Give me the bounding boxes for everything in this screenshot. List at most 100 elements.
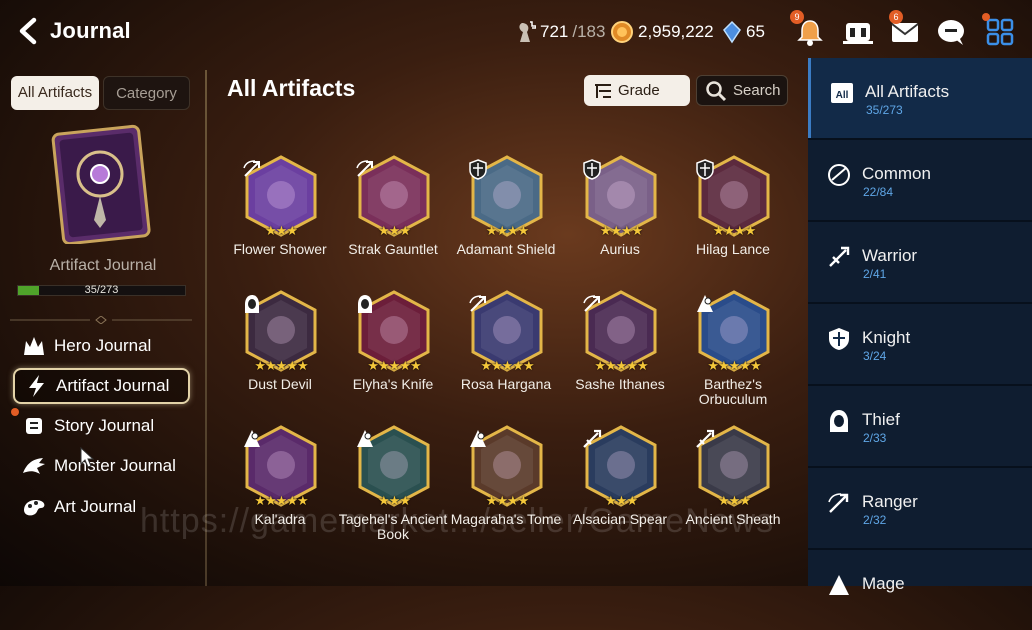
page-title: Journal <box>50 18 131 43</box>
knight-class-icon <box>469 159 487 180</box>
menu-artifact-journal[interactable]: Artifact Journal <box>13 368 190 404</box>
stamina-counter[interactable]: 721/183 <box>514 20 605 44</box>
stamina-icon <box>519 21 536 42</box>
artifact-card[interactable]: ★★★★ Adamant Shield <box>450 150 562 280</box>
community-icon <box>843 23 873 44</box>
mage-class-icon <box>357 430 373 447</box>
category-all-artifacts[interactable]: All All Artifacts 35/273 <box>808 58 1032 138</box>
menu-notification-dot <box>982 13 990 21</box>
svg-text:All: All <box>836 90 849 101</box>
category-count: 22/84 <box>863 185 894 199</box>
artifact-name: Sashe Ithanes <box>575 376 665 392</box>
star-rating: ★★★★★ <box>254 358 308 373</box>
search-button[interactable]: Search <box>696 75 788 106</box>
category-mage[interactable]: Mage <box>808 550 1032 630</box>
artifact-name: Elyha's Knife <box>352 376 434 392</box>
category-warrior[interactable]: Warrior 2/41 <box>808 222 1032 302</box>
ranger-icon <box>828 493 849 513</box>
tab-all-artifacts[interactable]: All Artifacts <box>11 76 99 110</box>
artifact-card[interactable]: ★★★★★ Barthez's Orbuculum <box>677 285 789 415</box>
collection-progress-bar: 35/273 <box>17 284 186 296</box>
ranger-class-icon <box>243 160 260 177</box>
artifact-card[interactable]: ★★★ Strak Gauntlet <box>337 150 449 280</box>
menu-hero-journal[interactable]: Hero Journal <box>13 328 190 364</box>
artifact-name: Rosa Hargana <box>460 376 552 392</box>
artifact-name: Barthez's Orbuculum <box>698 376 768 407</box>
artifact-name: Flower Shower <box>233 241 327 257</box>
knight-icon <box>829 328 849 350</box>
thief-icon <box>830 410 848 432</box>
gold-coin-icon <box>611 21 633 43</box>
mage-class-icon <box>244 430 260 447</box>
crystal-counter[interactable]: 65 <box>722 20 765 44</box>
knight-class-icon <box>696 159 714 180</box>
category-thief[interactable]: Thief 2/33 <box>808 386 1032 466</box>
watermark: https://gamemarket.../seller/GameNews <box>140 502 775 540</box>
common-icon <box>828 164 850 186</box>
artifact-name: Adamant Shield <box>456 241 556 257</box>
star-rating: ★★★ <box>265 223 298 238</box>
artifact-card[interactable]: ★★★★ Hilag Lance <box>677 150 789 280</box>
stamina-max: /183 <box>572 22 606 41</box>
mouse-cursor-icon <box>80 447 94 468</box>
progress-text: 35/273 <box>84 284 119 296</box>
menu-button[interactable] <box>982 13 1018 50</box>
category-common[interactable]: Common 22/84 <box>808 140 1032 220</box>
category-name: All Artifacts <box>865 82 950 101</box>
category-name: Mage <box>862 574 905 593</box>
alerts-button[interactable]: 9 <box>790 10 828 50</box>
artifact-name: Strak Gauntlet <box>348 241 438 257</box>
palette-icon <box>20 495 48 519</box>
back-arrow-icon[interactable] <box>12 14 46 48</box>
menu-label: Art Journal <box>54 497 137 516</box>
category-name: Warrior <box>862 246 918 265</box>
alerts-badge: 9 <box>790 10 804 24</box>
menu-label: Monster Journal <box>54 456 176 475</box>
star-rating: ★★★★★ <box>707 358 761 373</box>
category-name: Common <box>862 164 931 183</box>
warrior-icon <box>829 246 850 267</box>
artifact-card[interactable]: ★★★ Flower Shower <box>224 150 336 280</box>
star-rating: ★★★★★ <box>480 358 534 373</box>
dragon-icon <box>20 454 48 478</box>
menu-monster-journal[interactable]: Monster Journal <box>13 448 190 484</box>
warrior-class-icon <box>583 429 602 448</box>
artifact-card[interactable]: ★★★★★ Elyha's Knife <box>337 285 449 415</box>
scroll-icon <box>20 414 48 438</box>
artifact-journal-book-icon <box>51 124 151 244</box>
gold-counter[interactable]: 2,959,222 <box>610 20 714 44</box>
search-label: Search <box>733 82 781 99</box>
artifact-card[interactable]: ★★★★★ Dust Devil <box>224 285 336 415</box>
tab-category[interactable]: Category <box>103 76 190 110</box>
mage-class-icon <box>470 430 486 447</box>
chat-button[interactable] <box>933 14 969 50</box>
category-knight[interactable]: Knight 3/24 <box>808 304 1032 384</box>
ornament-divider <box>10 316 192 324</box>
knight-class-icon <box>583 159 601 180</box>
grade-sort-button[interactable]: Grade <box>584 75 690 106</box>
artifact-card[interactable]: ★★★★★ Rosa Hargana <box>450 285 562 415</box>
artifact-name: Hilag Lance <box>696 241 770 257</box>
sort-icon <box>595 83 611 98</box>
category-count: 2/33 <box>863 431 887 445</box>
community-button[interactable] <box>840 14 876 50</box>
star-rating: ★★★★ <box>712 223 757 238</box>
story-notification-dot <box>11 408 19 416</box>
category-list: All All Artifacts 35/273 Common 22/84 Warrior… <box>808 58 1032 595</box>
crystal-value: 65 <box>746 22 765 41</box>
category-count: 35/273 <box>866 103 903 117</box>
star-rating: ★★★★★ <box>594 358 648 373</box>
artifact-card[interactable]: ★★★★ Aurius <box>564 150 676 280</box>
mage-icon <box>829 575 849 595</box>
mail-button[interactable]: 6 <box>887 10 923 50</box>
menu-story-journal[interactable]: Story Journal <box>11 408 190 444</box>
grid-menu-icon <box>986 18 1014 46</box>
artifact-card[interactable]: ★★★★★ Sashe Ithanes <box>564 285 676 415</box>
ranger-class-icon <box>356 160 373 177</box>
star-rating: ★★★ <box>378 223 411 238</box>
category-ranger[interactable]: Ranger 2/32 <box>808 468 1032 548</box>
stamina-value: 721 <box>540 22 569 41</box>
top-bar: Journal 721/183 2,959,222 65 9 6 <box>0 0 1032 64</box>
warrior-class-icon <box>696 429 715 448</box>
section-title: All Artifacts <box>227 75 356 101</box>
